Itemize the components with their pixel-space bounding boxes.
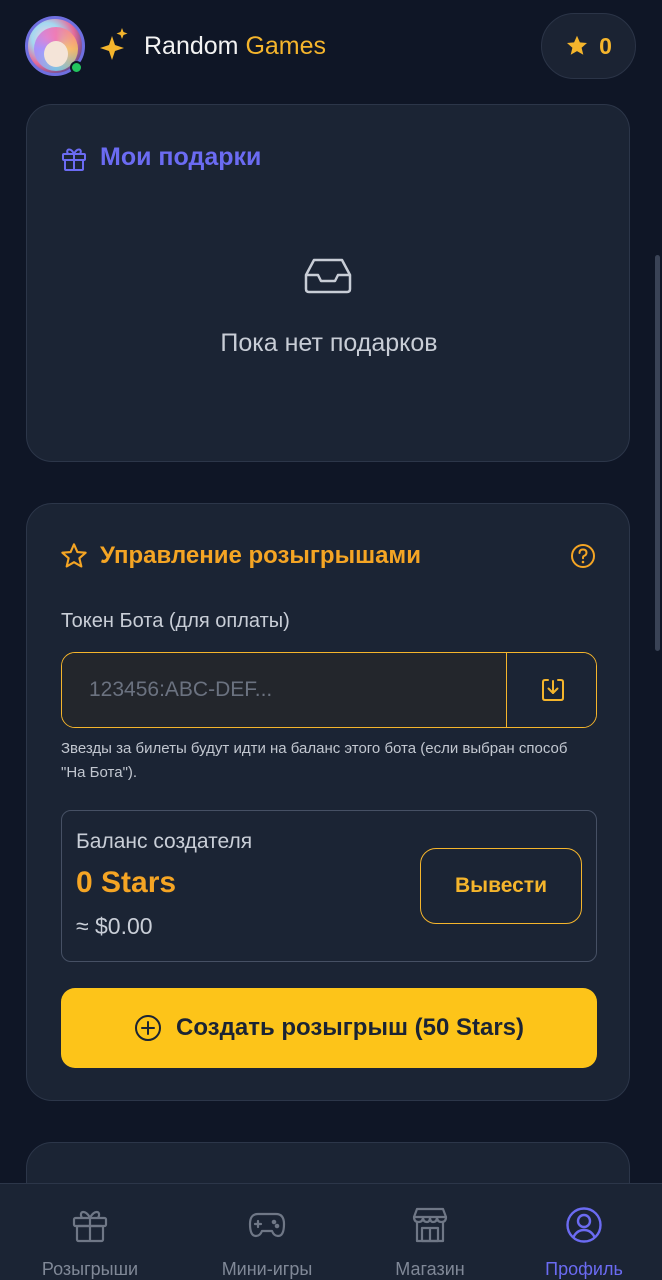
manage-giveaways-title: Управление розыгрышами [100,542,421,569]
avatar-face [44,41,68,67]
gift-icon [72,1210,108,1243]
create-giveaway-label: Создать розыгрыш (50 Stars) [176,1014,524,1041]
online-status-dot [70,61,83,74]
creator-balance-label: Баланс создателя [76,830,253,853]
my-gifts-header: Мои подарки [60,143,261,172]
app-title: Random Games [144,31,326,61]
star-balance-button[interactable]: 0 [541,13,636,79]
star-outline-icon [61,543,87,568]
bot-token-label: Токен Бота (для оплаты) [61,610,290,632]
plus-circle-icon [135,1015,161,1041]
page-scrollbar[interactable] [655,255,660,651]
nav-item-minigames[interactable]: Мини-игры [187,1184,347,1280]
bot-token-hint: Звезды за билеты будут идти на баланс эт… [61,740,568,781]
nav-label-giveaways: Розыгрыши [41,1259,139,1279]
nav-label-minigames: Мини-игры [221,1259,313,1279]
app-title-main: Random [144,32,239,60]
nav-label-store: Магазин [395,1259,465,1279]
question-circle-icon[interactable] [570,543,596,569]
nav-item-giveaways[interactable]: Розыгрыши [10,1184,170,1280]
my-gifts-card: Мои подарки Пока нет подарков [26,104,630,462]
star-balance-count: 0 [599,32,612,59]
star-icon [567,35,588,55]
create-giveaway-button[interactable]: Создать розыгрыш (50 Stars) [61,988,597,1068]
bottom-navigation: Розыгрыши Мини-игры Магазин Профиль [0,1183,662,1280]
manage-giveaways-card: Управление розыгрышами Токен Бота (для о… [26,503,630,1101]
creator-balance-value: 0 Stars [76,866,177,899]
creator-balance-box: Баланс создателя 0 Stars ≈ $0.00 Вывести [61,810,597,962]
gamepad-icon [248,1212,286,1238]
bot-token-input[interactable] [62,653,506,727]
my-gifts-title: Мои подарки [100,143,262,171]
withdraw-button[interactable]: Вывести [420,848,582,924]
creator-balance-usd: ≈ $0.00 [76,913,153,939]
app-title-accent: Games [245,32,327,60]
app-header: Random Games 0 [0,0,662,94]
inbox-tray-icon [304,258,352,294]
no-gifts-text: Пока нет подарков [220,329,438,357]
nav-item-profile[interactable]: Профиль [504,1184,662,1280]
gift-icon [62,148,86,171]
store-icon [412,1207,448,1243]
sparkle-icon [100,28,128,60]
nav-item-store[interactable]: Магазин [350,1184,510,1280]
bot-token-field [61,652,597,728]
manage-giveaways-header: Управление розыгрышами [60,542,421,570]
user-circle-icon [566,1207,602,1243]
paste-token-button[interactable] [506,653,596,727]
download-box-icon [541,679,564,701]
nav-label-profile: Профиль [545,1259,623,1279]
